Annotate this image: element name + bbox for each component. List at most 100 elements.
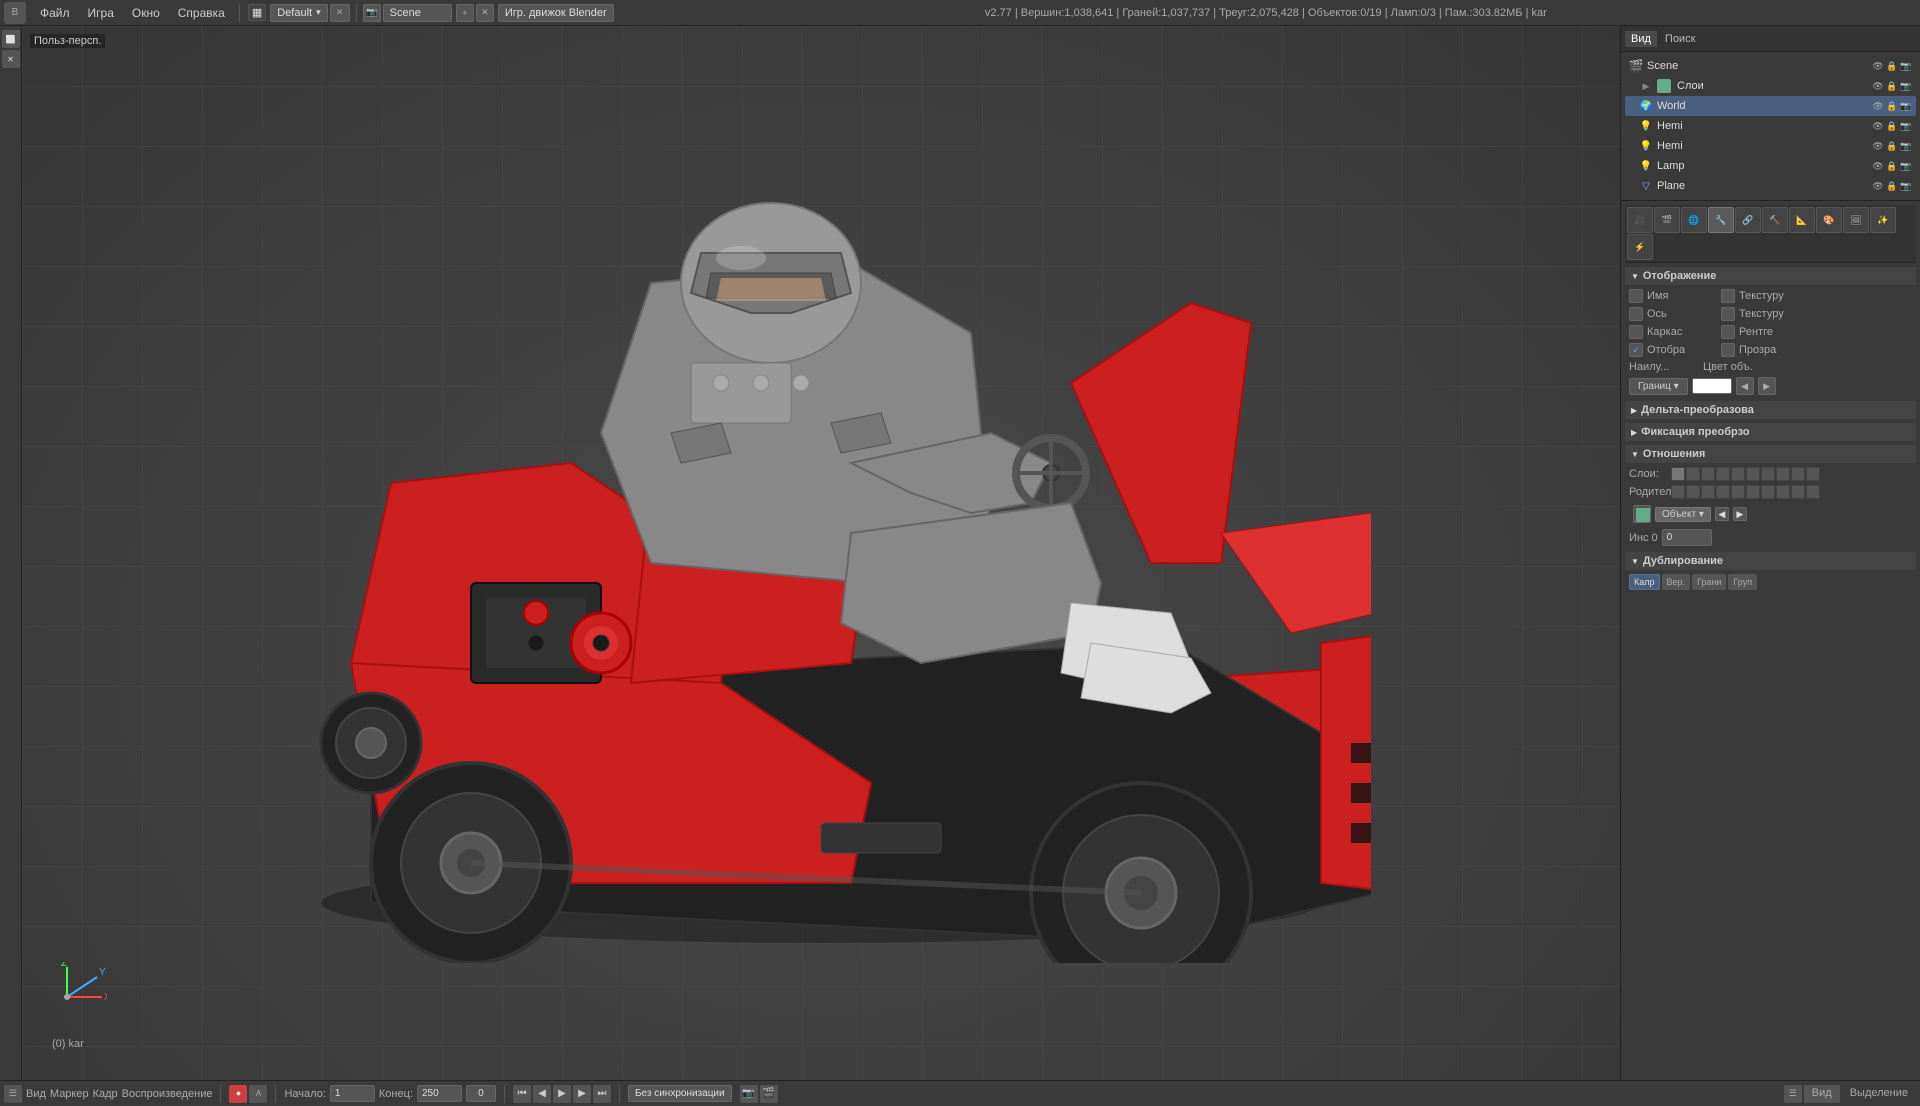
sloi-cell-3[interactable]: [1701, 467, 1715, 481]
granits-btn[interactable]: Границ ▾: [1629, 378, 1688, 395]
tree-item-lamp[interactable]: 💡 Lamp 👁 🔒 📷: [1625, 156, 1916, 176]
jump-start-btn[interactable]: ⏮: [513, 1085, 531, 1103]
vis-btn-3[interactable]: 📷: [1900, 60, 1912, 72]
vis-plane-2[interactable]: 🔒: [1886, 180, 1898, 192]
bottom-right-icon[interactable]: ☰: [1784, 1085, 1802, 1103]
render-img-btn[interactable]: 📷: [740, 1085, 758, 1103]
vis-layers-3[interactable]: 📷: [1900, 80, 1912, 92]
play-btn[interactable]: ▶: [553, 1085, 571, 1103]
vis-layers-2[interactable]: 🔒: [1886, 80, 1898, 92]
prop-tab-particles[interactable]: ✨: [1870, 207, 1896, 233]
sloi-cell-5[interactable]: [1731, 467, 1745, 481]
prop-tab-material[interactable]: 🎨: [1816, 207, 1842, 233]
tree-item-hemi2[interactable]: 💡 Hemi 👁 🔒 📷: [1625, 136, 1916, 156]
menu-file[interactable]: Файл: [32, 4, 78, 22]
blender-logo[interactable]: B: [4, 2, 26, 24]
tool-btn-2[interactable]: ✕: [2, 50, 20, 68]
vis-lamp-3[interactable]: 📷: [1900, 160, 1912, 172]
record-btn[interactable]: ⏺: [229, 1085, 247, 1103]
vis-lamp-1[interactable]: 👁: [1872, 160, 1884, 172]
prop-tab-modifier[interactable]: 🔨: [1762, 207, 1788, 233]
tool-btn-1[interactable]: ⬜: [2, 30, 20, 48]
bottom-menu-icon[interactable]: ☰: [4, 1085, 22, 1103]
tree-item-hemi1[interactable]: 💡 Hemi 👁 🔒 📷: [1625, 116, 1916, 136]
vis-world-1[interactable]: 👁: [1872, 100, 1884, 112]
tree-item-layers[interactable]: ▶ Слои 👁 🔒 📷: [1625, 76, 1916, 96]
obj-extra-1[interactable]: ◀: [1715, 507, 1729, 521]
fiksacia-section-header[interactable]: ▶ Фиксация преобрзо: [1625, 423, 1916, 441]
prop-tab-data[interactable]: 📐: [1789, 207, 1815, 233]
b-tab-view[interactable]: Вид: [1804, 1085, 1840, 1103]
inc-input[interactable]: [1662, 529, 1712, 546]
color-extra-1[interactable]: ◀: [1736, 377, 1754, 395]
vis-lamp-2[interactable]: 🔒: [1886, 160, 1898, 172]
sloi-cell-18[interactable]: [1776, 485, 1790, 499]
tab-search[interactable]: Поиск: [1659, 31, 1701, 47]
prop-tab-constraint[interactable]: 🔗: [1735, 207, 1761, 233]
sloi-cell-4[interactable]: [1716, 467, 1730, 481]
sloi-cell-7[interactable]: [1761, 467, 1775, 481]
cb-axis[interactable]: [1629, 307, 1643, 321]
scene-selector[interactable]: Scene: [383, 4, 452, 22]
prop-tab-texture[interactable]: 🖼: [1843, 207, 1869, 233]
obj-selector-btn[interactable]: Объект ▾: [1655, 507, 1711, 522]
dup-btn-grup[interactable]: Груп: [1728, 574, 1757, 590]
camera-icon[interactable]: 📷: [363, 4, 381, 22]
sloi-cell-12[interactable]: [1686, 485, 1700, 499]
vis-hemi1-3[interactable]: 📷: [1900, 120, 1912, 132]
viewport[interactable]: Польз-персп. Y X Z (0) kar: [22, 26, 1620, 1080]
sloi-cell-17[interactable]: [1761, 485, 1775, 499]
jump-end-btn[interactable]: ⏭: [593, 1085, 611, 1103]
sloi-cell-2[interactable]: [1686, 467, 1700, 481]
vis-btn-1[interactable]: 👁: [1872, 60, 1884, 72]
sloi-cell-9[interactable]: [1791, 467, 1805, 481]
tree-item-scene[interactable]: 🎬 Scene 👁 🔒 📷: [1625, 56, 1916, 76]
cb-transparent[interactable]: [1721, 343, 1735, 357]
relations-section-header[interactable]: ▼ Отношения: [1625, 445, 1916, 463]
vis-hemi1-2[interactable]: 🔒: [1886, 120, 1898, 132]
sync-selector[interactable]: Без синхронизации: [628, 1085, 732, 1102]
prop-tab-scene[interactable]: 🎬: [1654, 207, 1680, 233]
menu-window[interactable]: Окно: [124, 4, 168, 22]
sloi-cell-19[interactable]: [1791, 485, 1805, 499]
prop-tab-physics[interactable]: ⚡: [1627, 234, 1653, 260]
menu-help[interactable]: Справка: [170, 4, 233, 22]
dup-btn-kalr[interactable]: Калр: [1629, 574, 1660, 590]
tree-item-plane[interactable]: ▽ Plane 👁 🔒 📷: [1625, 176, 1916, 196]
sloi-cell-1[interactable]: [1671, 467, 1685, 481]
add-scene-icon[interactable]: +: [456, 4, 474, 22]
tree-item-world[interactable]: 🌍 World 👁 🔒 📷: [1625, 96, 1916, 116]
step-fwd-btn[interactable]: ▶: [573, 1085, 591, 1103]
end-frame-input[interactable]: [417, 1085, 462, 1102]
prop-tab-object[interactable]: 🔧: [1708, 207, 1734, 233]
vis-hemi2-3[interactable]: 📷: [1900, 140, 1912, 152]
close-btn-mode[interactable]: ✕: [330, 4, 350, 22]
auto-key-btn[interactable]: A: [249, 1085, 267, 1103]
vis-hemi2-2[interactable]: 🔒: [1886, 140, 1898, 152]
dup-btn-ver[interactable]: Вер.: [1662, 574, 1691, 590]
vis-btn-2[interactable]: 🔒: [1886, 60, 1898, 72]
remove-scene-icon[interactable]: ✕: [476, 4, 494, 22]
obj-extra-2[interactable]: ▶: [1733, 507, 1747, 521]
engine-selector[interactable]: Игр. движок Blender: [498, 4, 614, 22]
vis-hemi2-1[interactable]: 👁: [1872, 140, 1884, 152]
frame-counter[interactable]: 0: [466, 1085, 496, 1102]
cb-texture[interactable]: [1721, 289, 1735, 303]
render-anim-btn[interactable]: 🎬: [760, 1085, 778, 1103]
mode-selector[interactable]: Default ▾: [270, 4, 327, 22]
vis-hemi1-1[interactable]: 👁: [1872, 120, 1884, 132]
delta-section-header[interactable]: ▶ Дельта-преобразова: [1625, 401, 1916, 419]
sloi-cell-13[interactable]: [1701, 485, 1715, 499]
sloi-cell-11[interactable]: [1671, 485, 1685, 499]
cb-display[interactable]: [1629, 343, 1643, 357]
dup-btn-grani[interactable]: Грани: [1692, 574, 1726, 590]
sloi-cell-8[interactable]: [1776, 467, 1790, 481]
sloi-cell-16[interactable]: [1746, 485, 1760, 499]
cb-texture2[interactable]: [1721, 307, 1735, 321]
cb-wireframe[interactable]: [1629, 325, 1643, 339]
cb-xray[interactable]: [1721, 325, 1735, 339]
sloi-cell-15[interactable]: [1731, 485, 1745, 499]
cb-name[interactable]: [1629, 289, 1643, 303]
vis-plane-3[interactable]: 📷: [1900, 180, 1912, 192]
prop-tab-world[interactable]: 🌐: [1681, 207, 1707, 233]
